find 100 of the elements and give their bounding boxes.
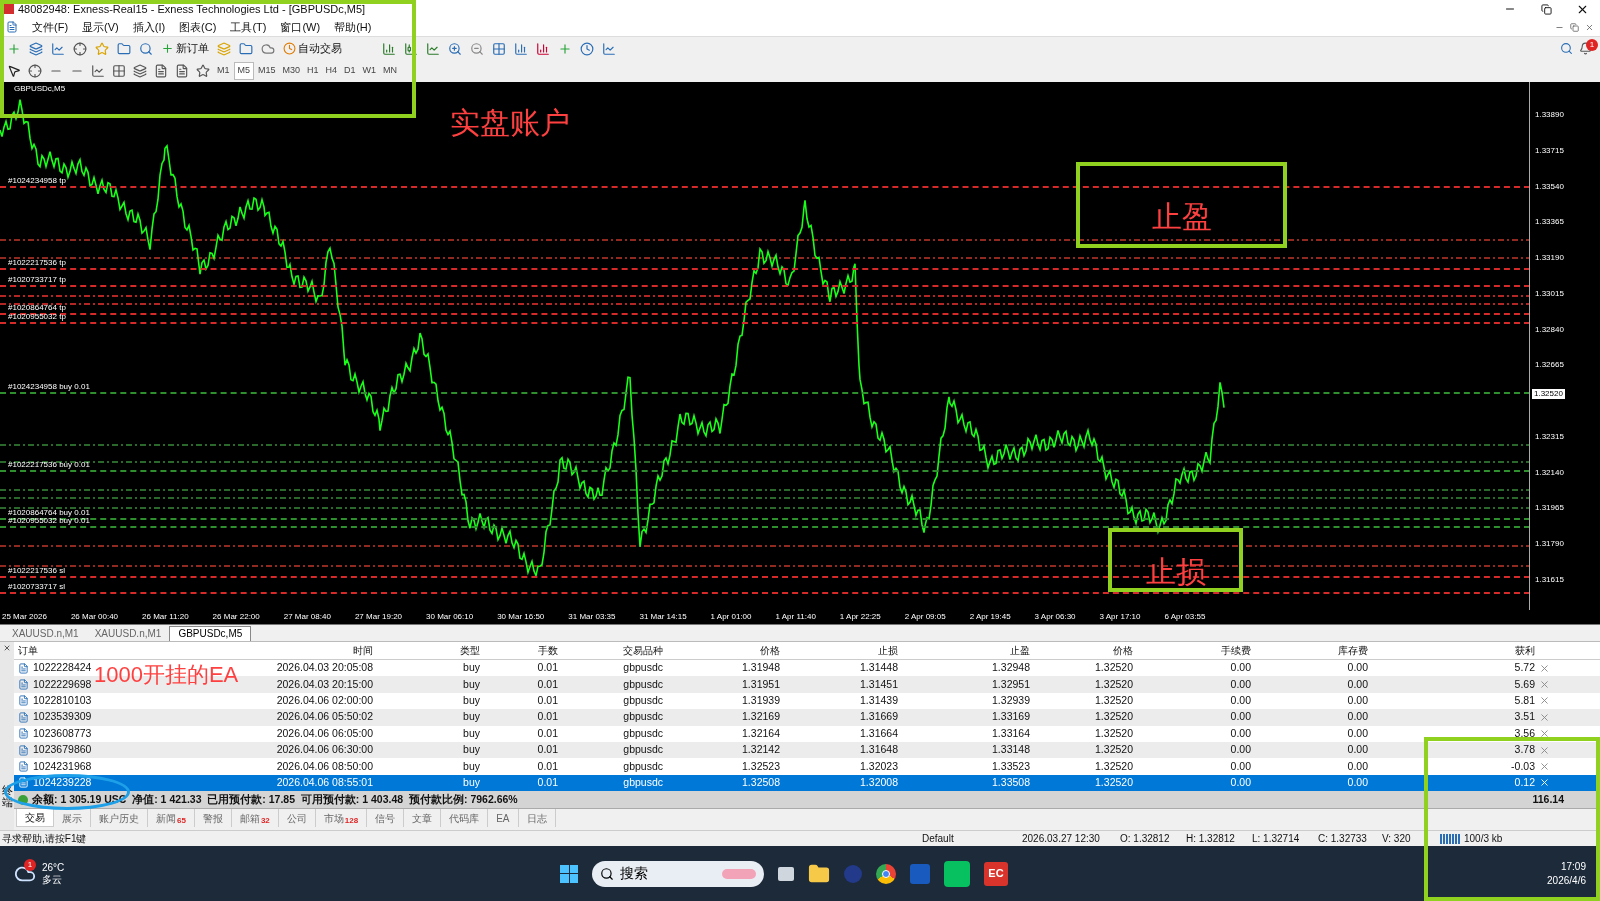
timeframe-button[interactable]: W1	[359, 62, 380, 80]
table-cell-text: 1.32520	[1095, 758, 1133, 774]
table-cell: 5.81	[1514, 693, 1535, 709]
document-icon	[6, 21, 18, 33]
table-cell-text: 0.00	[1347, 676, 1368, 692]
close-icon[interactable]	[3, 644, 11, 652]
menu-item[interactable]: 图表(C)	[179, 18, 217, 36]
timeframe-button[interactable]: M1	[214, 62, 233, 80]
table-cell-text: buy	[463, 758, 480, 774]
table-cell: 1.32520	[1095, 775, 1133, 791]
search-icon	[600, 866, 614, 881]
order-line-label: #1020733717 sl	[8, 582, 65, 591]
timeframe-button[interactable]: MN	[380, 62, 401, 80]
document-app-icon[interactable]	[910, 863, 930, 884]
column-header[interactable]: 获利	[1372, 643, 1539, 658]
document-icon	[18, 711, 29, 723]
order-row[interactable]: 1023539309 2026.04.06 05:50:02 buy 0.01 gbpusdc 1.32169 1.31669 1.33169 1.32520 0.00 0.00 3.51	[14, 709, 1600, 726]
table-cell-text: gbpusdc	[623, 725, 663, 741]
table-cell-text: 0.00	[1230, 660, 1251, 676]
price-axis-label: 1.33890	[1535, 110, 1564, 120]
bell-icon[interactable]	[1579, 42, 1592, 55]
table-cell-text: 0.01	[537, 676, 558, 692]
menu-item[interactable]: 帮助(H)	[334, 18, 372, 36]
chat-app-icon[interactable]	[944, 860, 970, 887]
chart-tab[interactable]: GBPUSDc,M5	[169, 626, 252, 641]
price-axis-label: 1.32140	[1535, 467, 1564, 478]
column-header[interactable]: 订单	[14, 643, 164, 658]
table-cell: 0.00	[1347, 742, 1368, 758]
status-time: 2026.03.27 12:30	[1022, 832, 1101, 846]
column-header[interactable]: 库存费	[1255, 643, 1372, 658]
windows-start-icon[interactable]	[560, 864, 578, 883]
column-header[interactable]: 手续费	[1137, 643, 1255, 658]
column-header[interactable]: 止盈	[902, 643, 1034, 658]
terminal-tab[interactable]: EA	[488, 809, 519, 828]
table-cell: gbpusdc	[623, 742, 663, 758]
chart-tab[interactable]: XAUUSD.n,M1	[86, 626, 170, 641]
terminal-tab[interactable]: 交易	[16, 809, 54, 828]
auto-trading-button[interactable]: 自动交易	[280, 38, 345, 59]
close-icon[interactable]	[1585, 22, 1594, 32]
table-cell-text: 1.32520	[1095, 725, 1133, 741]
time-axis-label: 30 Mar 16:50	[497, 612, 545, 622]
terminal-tab[interactable]: 公司	[278, 809, 316, 828]
menu-item[interactable]: 工具(T)	[230, 18, 267, 36]
terminal-tab[interactable]: 代码库	[441, 809, 489, 828]
menu-item[interactable]: 文件(F)	[32, 18, 69, 36]
terminal-tab[interactable]: 日志	[518, 809, 556, 828]
menu-item[interactable]: 插入(I)	[132, 18, 166, 36]
search-icon[interactable]	[1560, 42, 1573, 55]
ec-app-icon[interactable]: EC	[984, 861, 1008, 886]
terminal-tab[interactable]: 警报	[194, 809, 232, 828]
chart-tab[interactable]: XAUUSD.n,M1	[4, 626, 87, 641]
terminal-tab[interactable]: 文章	[404, 809, 442, 828]
price-axis-label: 1.31965	[1535, 503, 1564, 514]
terminal-tab[interactable]: 账户历史	[91, 809, 148, 828]
column-header[interactable]: 交易品种	[562, 643, 667, 658]
column-header[interactable]: 时间	[164, 643, 377, 658]
terminal-tab[interactable]: 展示	[54, 809, 91, 828]
table-cell-text: 1023608773	[33, 725, 92, 741]
column-header[interactable]: 价格	[1034, 643, 1137, 658]
status-low: L: 1.32714	[1252, 832, 1301, 846]
table-cell-text: 0.01	[537, 725, 558, 741]
table-cell-text: 1.32948	[992, 660, 1030, 676]
table-cell-text: 0.00	[1347, 709, 1368, 725]
browser-icon[interactable]	[876, 863, 896, 884]
plus-icon	[161, 42, 174, 55]
timeframe-button[interactable]: D1	[341, 62, 359, 80]
restore-icon[interactable]	[1570, 22, 1579, 32]
table-cell: 2026.04.06 06:30:00	[276, 742, 373, 758]
table-cell: buy	[463, 693, 480, 709]
time-axis-label: 2 Apr 19:45	[969, 612, 1011, 622]
column-header[interactable]: 手数	[484, 643, 562, 658]
new-order-button[interactable]: 新订单	[158, 38, 212, 59]
table-cell-text: 1.32520	[1095, 660, 1133, 676]
column-header[interactable]: 类型	[377, 643, 484, 658]
task-view-icon[interactable]	[778, 866, 794, 881]
table-cell: 0.00	[1230, 775, 1251, 791]
connection-bars-icon	[1440, 833, 1460, 844]
folder-icon[interactable]	[808, 862, 830, 885]
document-icon	[18, 761, 29, 773]
status-close: C: 1.32733	[1318, 832, 1368, 846]
menu-item[interactable]: 窗口(W)	[280, 18, 321, 36]
order-line-label: #1022217536 tp	[8, 258, 66, 267]
table-cell: 1.32520	[1095, 693, 1133, 709]
current-price-tag: 1.32520	[1532, 389, 1565, 399]
timeframe-button[interactable]: M15	[255, 62, 279, 80]
column-header[interactable]: 止损	[784, 643, 902, 658]
timeframe-button[interactable]: M30	[279, 62, 304, 80]
timeframe-button[interactable]: M5	[233, 62, 255, 80]
timeframe-button[interactable]: H1	[304, 62, 322, 80]
menu-item[interactable]: 显示(V)	[82, 18, 119, 36]
taskbar-search-field[interactable]: 搜索	[592, 860, 764, 887]
table-cell: 1024239228	[33, 775, 92, 791]
table-cell: 0.00	[1347, 693, 1368, 709]
document-icon	[18, 728, 29, 740]
column-header[interactable]: 价格	[667, 643, 784, 658]
price-axis-label: 1.32315	[1535, 431, 1564, 442]
price-axis-label: 1.31615	[1535, 575, 1564, 585]
terminal-tab[interactable]: 信号	[367, 809, 405, 828]
table-cell-text: 1.33164	[992, 725, 1030, 741]
timeframe-button[interactable]: H4	[322, 62, 341, 80]
